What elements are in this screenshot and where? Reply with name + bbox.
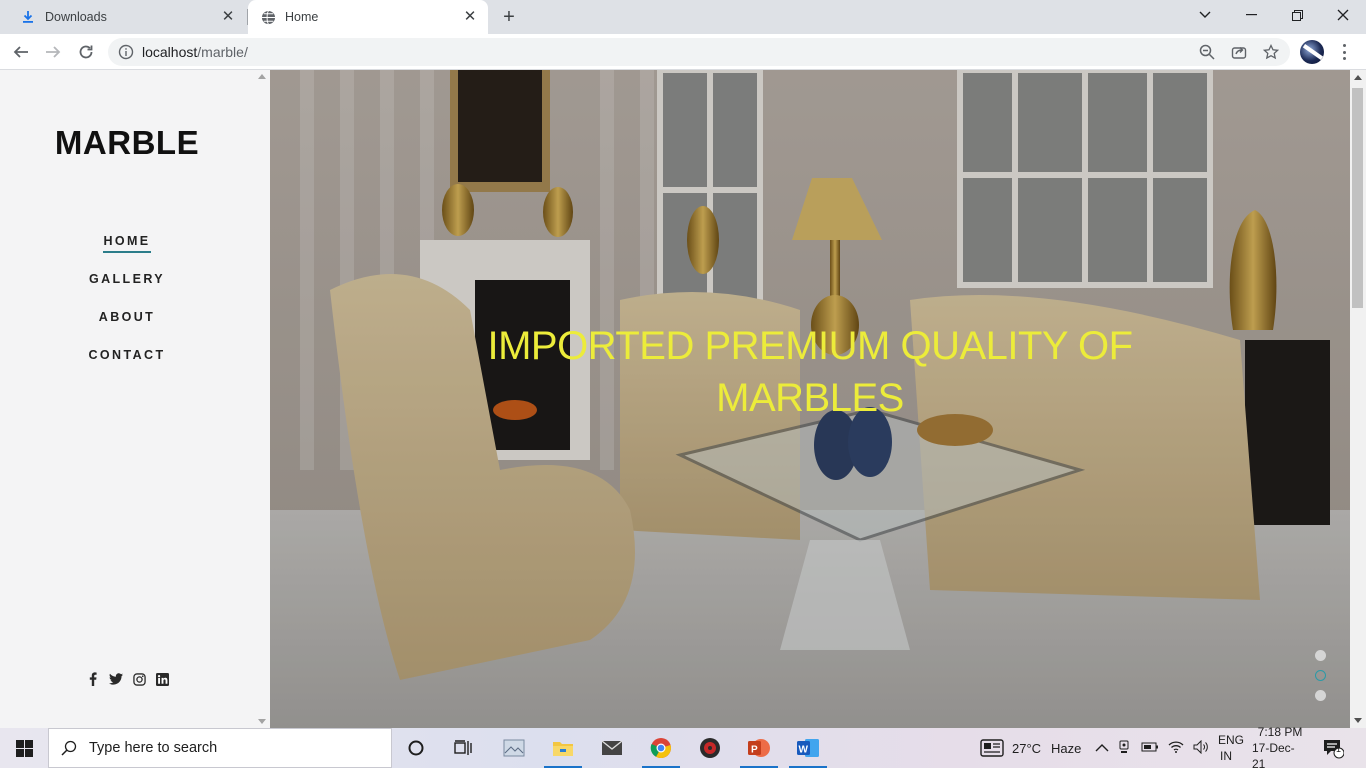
menu-item-label: CONTACT	[88, 348, 166, 362]
menu-item-about[interactable]: ABOUT	[0, 310, 254, 348]
battery-icon[interactable]	[1141, 741, 1159, 755]
menu-item-label: ABOUT	[98, 310, 156, 324]
wifi-icon[interactable]	[1168, 740, 1184, 756]
globe-icon	[260, 9, 276, 25]
site-logo[interactable]: MARBLE	[0, 124, 254, 162]
close-tab-icon[interactable]: ✕	[462, 9, 478, 25]
close-window-icon[interactable]	[1320, 0, 1366, 30]
restore-icon[interactable]	[1274, 0, 1320, 30]
site-info-icon[interactable]	[118, 44, 134, 60]
search-placeholder: Type here to search	[89, 740, 218, 756]
tab-search-icon[interactable]	[1182, 0, 1228, 30]
language-region: IN	[1220, 749, 1232, 763]
reload-icon	[79, 45, 93, 59]
language-indicator[interactable]: ENG IN	[1218, 728, 1244, 768]
slider-dot[interactable]	[1315, 690, 1326, 701]
more-options-icon[interactable]	[1336, 42, 1352, 62]
profile-avatar[interactable]	[1300, 40, 1324, 64]
photos-app-icon[interactable]	[491, 728, 537, 768]
minimize-icon[interactable]	[1228, 0, 1274, 30]
language-code: ENG	[1218, 733, 1245, 747]
tab-downloads[interactable]: Downloads ✕	[0, 0, 246, 34]
browser-tab-strip: Downloads ✕ Home ✕ +	[0, 0, 1366, 34]
notifications-button[interactable]: 1	[1322, 728, 1344, 768]
arrow-left-icon	[13, 46, 28, 58]
reload-button[interactable]	[73, 39, 99, 65]
page-scrollbar[interactable]	[1350, 70, 1366, 728]
download-icon	[20, 9, 36, 25]
back-button[interactable]	[8, 39, 34, 65]
weather-text: Haze	[1051, 740, 1082, 756]
weather-widget[interactable]: 27°C Haze	[980, 728, 1081, 768]
main-menu: HOME GALLERY ABOUT CONTACT	[0, 234, 254, 386]
close-tab-icon[interactable]: ✕	[220, 9, 236, 25]
clock[interactable]: 7:18 PM 17-Dec-21	[1252, 725, 1308, 771]
meet-now-icon[interactable]	[1118, 740, 1132, 757]
social-links	[86, 672, 169, 686]
system-tray	[1095, 728, 1209, 768]
chevron-up-icon[interactable]	[1095, 741, 1109, 755]
twitter-icon[interactable]	[109, 672, 123, 686]
share-icon[interactable]	[1230, 43, 1248, 61]
slider-dots	[1315, 650, 1326, 710]
news-icon	[980, 739, 1004, 757]
clock-time: 7:18 PM	[1257, 725, 1303, 739]
bookmark-star-icon[interactable]	[1262, 43, 1280, 61]
task-view-icon[interactable]	[440, 728, 486, 768]
windows-logo-icon	[15, 739, 33, 757]
facebook-icon[interactable]	[86, 672, 100, 686]
clock-date: 17-Dec-21	[1252, 741, 1295, 771]
powerpoint-icon[interactable]: P	[736, 728, 782, 768]
windows-taskbar: Type here to search P W 27°C Haze ENG IN…	[0, 725, 1366, 771]
instagram-icon[interactable]	[132, 672, 146, 686]
word-icon[interactable]: W	[785, 728, 831, 768]
chrome-icon[interactable]	[638, 728, 684, 768]
mail-app-icon[interactable]	[589, 728, 635, 768]
arrow-right-icon	[46, 46, 61, 58]
svg-text:W: W	[799, 745, 809, 756]
cortana-icon[interactable]	[393, 728, 439, 768]
browser-toolbar: localhost/marble/	[0, 34, 1366, 70]
hero-title: IMPORTED PREMIUM QUALITY OF MARBLES	[487, 324, 1133, 420]
taskbar-search-box[interactable]: Type here to search	[48, 728, 392, 768]
sidebar: MARBLE HOME GALLERY ABOUT CONTACT	[0, 70, 270, 728]
zoom-icon[interactable]	[1198, 43, 1216, 61]
notification-count: 1	[1336, 744, 1342, 754]
address-bar[interactable]: localhost/marble/	[108, 38, 1290, 66]
linkedin-icon[interactable]	[155, 672, 169, 686]
page-viewport: MARBLE HOME GALLERY ABOUT CONTACT IMPORT…	[0, 70, 1366, 728]
menu-item-contact[interactable]: CONTACT	[0, 348, 254, 386]
weather-temp: 27°C	[1012, 740, 1042, 756]
url-host: localhost	[142, 44, 198, 60]
file-explorer-icon[interactable]	[540, 728, 586, 768]
media-player-icon[interactable]	[687, 728, 733, 768]
forward-button[interactable]	[40, 39, 66, 65]
url-text: localhost/marble/	[142, 44, 248, 60]
tab-home[interactable]: Home ✕	[248, 0, 488, 34]
search-icon	[49, 740, 89, 756]
tab-home-label: Home	[285, 10, 319, 24]
hero-slider: IMPORTED PREMIUM QUALITY OF MARBLES	[270, 70, 1350, 728]
tab-downloads-label: Downloads	[45, 10, 107, 24]
menu-item-label: HOME	[103, 234, 151, 253]
url-path: /marble/	[197, 44, 248, 60]
sidebar-scrollbar[interactable]	[256, 70, 268, 728]
svg-text:P: P	[751, 745, 758, 756]
new-tab-button[interactable]: +	[498, 6, 520, 28]
menu-item-home[interactable]: HOME	[0, 234, 254, 272]
slider-dot-active[interactable]	[1315, 670, 1326, 681]
start-button[interactable]	[0, 728, 48, 768]
slider-dot[interactable]	[1315, 650, 1326, 661]
volume-icon[interactable]	[1193, 739, 1209, 757]
scrollbar-thumb[interactable]	[1352, 88, 1363, 308]
menu-item-gallery[interactable]: GALLERY	[0, 272, 254, 310]
menu-item-label: GALLERY	[88, 272, 166, 286]
